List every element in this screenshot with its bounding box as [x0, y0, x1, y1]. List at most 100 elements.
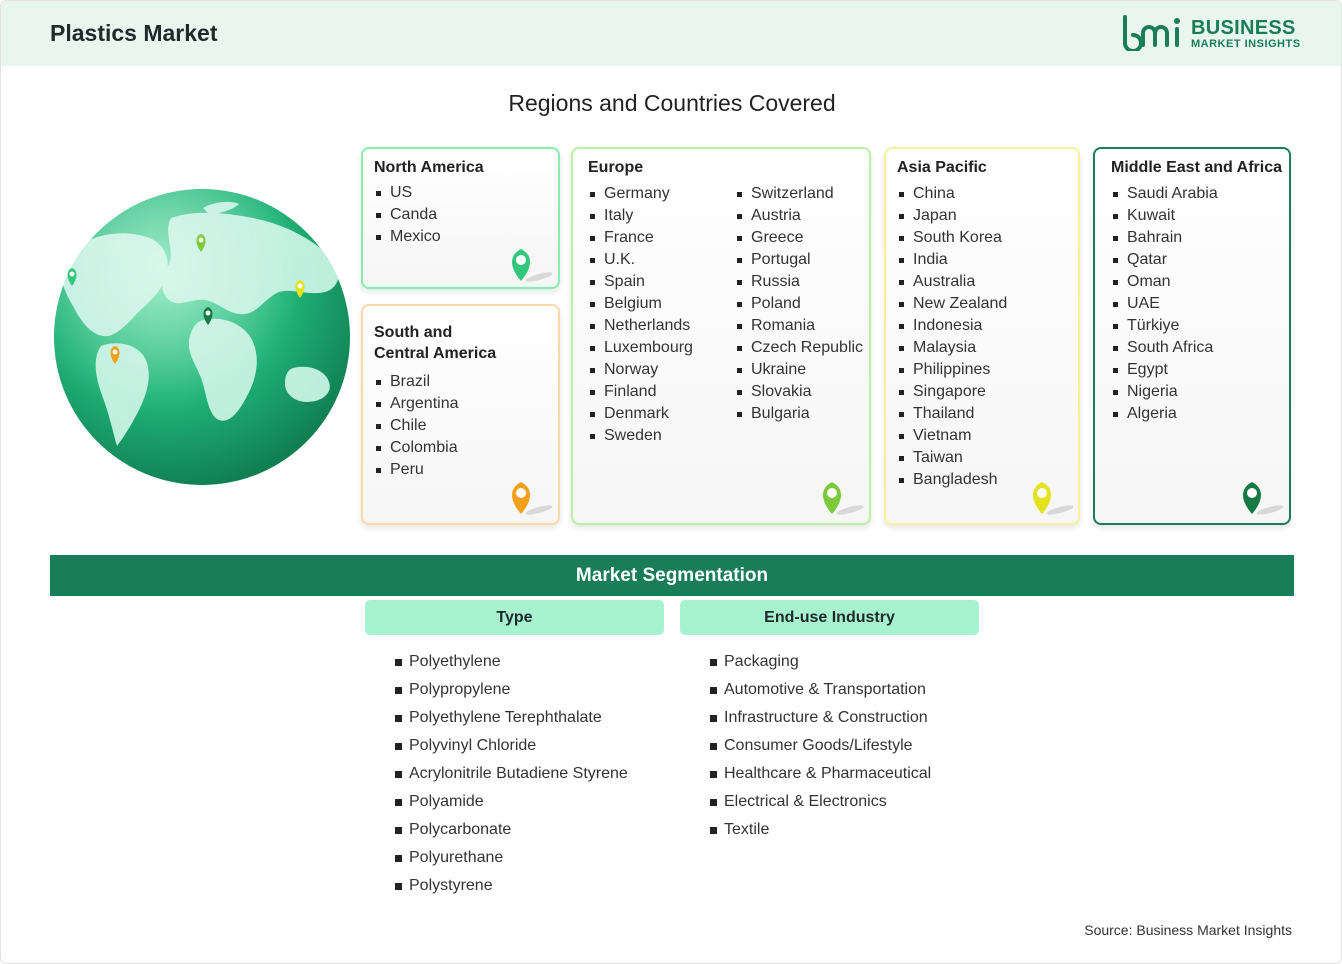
card-north-america: North America US Canda Mexico	[361, 147, 560, 289]
globe-illustration	[54, 189, 350, 485]
list-item: Australia	[897, 271, 1007, 293]
country-list-south-central-america: Brazil Argentina Chile Colombia Peru	[374, 371, 459, 481]
list-item: Poland	[735, 293, 863, 315]
country-list-middle-east-africa: Saudi Arabia Kuwait Bahrain Qatar Oman U…	[1111, 183, 1218, 425]
list-item: Japan	[897, 205, 1007, 227]
page-title: Plastics Market	[50, 20, 218, 46]
list-item: Polypropylene	[395, 676, 628, 704]
list-item: Qatar	[1111, 249, 1218, 271]
list-item: New Zealand	[897, 293, 1007, 315]
list-item: South Korea	[897, 227, 1007, 249]
list-item: Polyurethane	[395, 844, 628, 872]
list-item: Argentina	[374, 393, 459, 415]
country-list-europe-col1: Germany Italy France U.K. Spain Belgium …	[588, 183, 693, 447]
logo-text-market-insights: MARKET INSIGHTS	[1191, 38, 1301, 50]
list-item: Greece	[735, 227, 863, 249]
list-item: Netherlands	[588, 315, 693, 337]
logo-text-business: BUSINESS	[1191, 17, 1296, 39]
list-item: Consumer Goods/Lifestyle	[710, 732, 931, 760]
map-pin-icon	[1033, 482, 1074, 515]
list-item: Indonesia	[897, 315, 1007, 337]
map-pin-icon	[512, 249, 553, 282]
list-item: Brazil	[374, 371, 459, 393]
card-title-middle-east-africa: Middle East and Africa	[1111, 159, 1282, 176]
list-item: Malaysia	[897, 337, 1007, 359]
map-pin-icon	[1243, 482, 1284, 515]
regions-title: Regions and Countries Covered	[508, 90, 836, 116]
infographic-frame: Plastics Market BUSINESS MARKET INSIGHTS…	[0, 0, 1342, 964]
header-bar: Plastics Market BUSINESS MARKET INSIGHTS	[1, 1, 1341, 66]
source-note: Source: Business Market Insights	[1084, 922, 1292, 938]
list-item: Peru	[374, 459, 459, 481]
end-use-list: Packaging Automotive & Transportation In…	[710, 648, 931, 844]
card-title-south-central-america: South and Central America	[374, 324, 497, 362]
type-list: Polyethylene Polypropylene Polyethylene …	[395, 648, 628, 900]
segment-header-type: Type	[365, 600, 664, 635]
list-item: Egypt	[1111, 359, 1218, 381]
list-item: Germany	[588, 183, 693, 205]
list-item: Textile	[710, 816, 931, 844]
list-item: Czech Republic	[735, 337, 863, 359]
segment-header-end-use: End-use Industry	[680, 600, 979, 635]
list-item: South Africa	[1111, 337, 1218, 359]
list-item: Algeria	[1111, 403, 1218, 425]
bmi-logo-icon	[1123, 15, 1180, 53]
list-item: Canda	[374, 204, 441, 226]
list-item: Saudi Arabia	[1111, 183, 1218, 205]
card-south-central-america: South and Central America Brazil Argenti…	[361, 304, 560, 525]
list-item: Infrastructure & Construction	[710, 704, 931, 732]
list-item: Nigeria	[1111, 381, 1218, 403]
list-item: Türkiye	[1111, 315, 1218, 337]
list-item: Portugal	[735, 249, 863, 271]
list-item: Kuwait	[1111, 205, 1218, 227]
list-item: Finland	[588, 381, 693, 403]
list-item: Denmark	[588, 403, 693, 425]
list-item: Chile	[374, 415, 459, 437]
card-middle-east-africa: Middle East and Africa Saudi Arabia Kuwa…	[1093, 147, 1291, 525]
list-item: Spain	[588, 271, 693, 293]
list-item: Singapore	[897, 381, 1007, 403]
list-item: Austria	[735, 205, 863, 227]
list-item: Polycarbonate	[395, 816, 628, 844]
list-item: Bulgaria	[735, 403, 863, 425]
list-item: Taiwan	[897, 447, 1007, 469]
card-title-europe: Europe	[588, 159, 644, 176]
map-pin-icon	[823, 482, 864, 515]
list-item: Polyamide	[395, 788, 628, 816]
list-item: China	[897, 183, 1007, 205]
list-item: Polyvinyl Chloride	[395, 732, 628, 760]
list-item: Mexico	[374, 226, 441, 248]
list-item: Polyethylene Terephthalate	[395, 704, 628, 732]
list-item: Russia	[735, 271, 863, 293]
card-europe: Europe Germany Italy France U.K. Spain B…	[571, 147, 871, 525]
list-item: Bangladesh	[897, 469, 1007, 491]
list-item: Slovakia	[735, 381, 863, 403]
brand-logo: BUSINESS MARKET INSIGHTS	[1121, 15, 1301, 55]
list-item: US	[374, 182, 441, 204]
country-list-asia-pacific: China Japan South Korea India Australia …	[897, 183, 1007, 491]
list-item: Electrical & Electronics	[710, 788, 931, 816]
list-item: Ukraine	[735, 359, 863, 381]
list-item: Norway	[588, 359, 693, 381]
list-item: Healthcare & Pharmaceutical	[710, 760, 931, 788]
list-item: Vietnam	[897, 425, 1007, 447]
list-item: Colombia	[374, 437, 459, 459]
card-title-asia-pacific: Asia Pacific	[897, 159, 987, 176]
list-item: UAE	[1111, 293, 1218, 315]
list-item: Switzerland	[735, 183, 863, 205]
country-list-north-america: US Canda Mexico	[374, 182, 441, 248]
list-item: Acrylonitrile Butadiene Styrene	[395, 760, 628, 788]
list-item: Thailand	[897, 403, 1007, 425]
list-item: Polystyrene	[395, 872, 628, 900]
list-item: Automotive & Transportation	[710, 676, 931, 704]
segmentation-title-bar: Market Segmentation	[50, 555, 1294, 596]
list-item: Philippines	[897, 359, 1007, 381]
list-item: Italy	[588, 205, 693, 227]
list-item: Polyethylene	[395, 648, 628, 676]
list-item: France	[588, 227, 693, 249]
list-item: Sweden	[588, 425, 693, 447]
list-item: Belgium	[588, 293, 693, 315]
card-asia-pacific: Asia Pacific China Japan South Korea Ind…	[884, 147, 1080, 525]
list-item: India	[897, 249, 1007, 271]
country-list-europe-col2: Switzerland Austria Greece Portugal Russ…	[735, 183, 863, 425]
